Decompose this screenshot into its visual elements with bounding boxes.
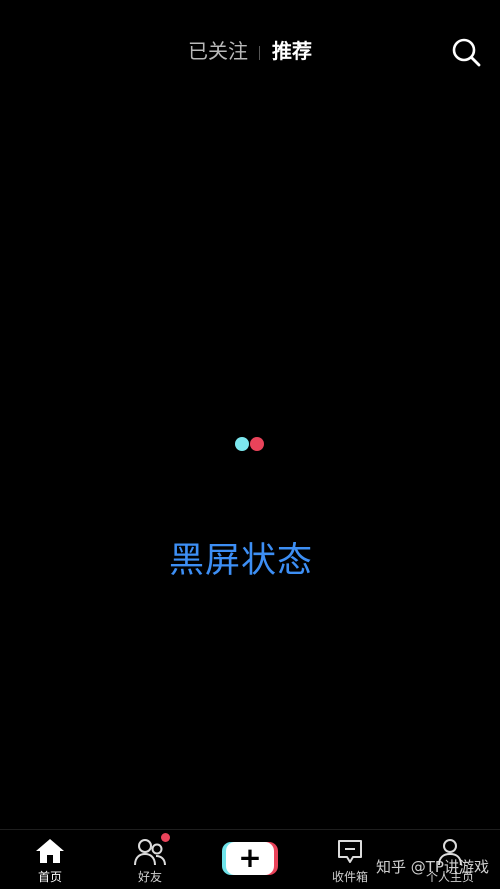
nav-home-label: 首页 [37,870,62,884]
watermark: 知乎 @TP讲游戏 [376,858,489,876]
search-button[interactable] [448,34,484,70]
nav-friends-label: 好友 [137,870,162,884]
black-screen-caption: 黑屏状态 [168,541,313,581]
nav-home[interactable]: 首页 [10,830,90,889]
friends-notification-badge [161,833,170,842]
tab-divider [259,46,260,60]
search-icon [452,38,481,67]
loading-dot-red [250,437,264,451]
loading-dot-cyan [235,437,249,451]
inbox-icon [338,840,362,863]
loading-indicator [235,437,267,453]
top-tab-bar: 已关注 推荐 [0,34,500,68]
add-button[interactable]: + [222,841,278,875]
add-icon: + [238,841,262,874]
tab-following[interactable]: 已关注 [188,34,248,68]
nav-friends[interactable]: 好友 [110,830,190,889]
home-icon [36,839,64,863]
app-screen: 已关注 推荐 黑屏状态 首页 好友 + 收件箱 个人主页 知乎 @TP讲游戏 [0,0,500,889]
tab-recommend[interactable]: 推荐 [272,34,312,68]
friends-icon [134,839,166,866]
